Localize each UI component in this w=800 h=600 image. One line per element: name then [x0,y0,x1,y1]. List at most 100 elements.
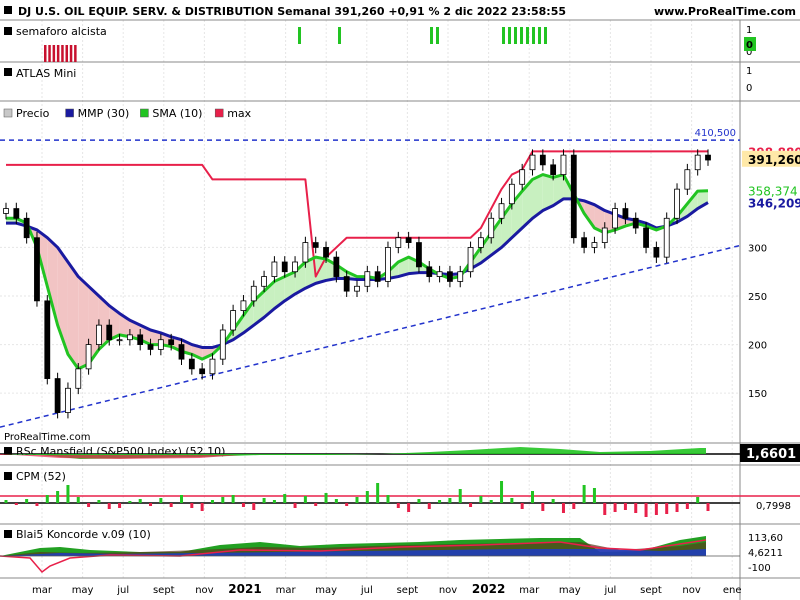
legend-swatch [214,108,224,118]
candle-body [230,310,237,331]
cpm-bar [500,481,504,503]
cpm-bar [272,500,276,503]
cpm-bar [510,498,514,503]
candle-body [405,237,412,243]
candle-body [312,242,319,248]
cpm-bar [303,496,307,503]
koncorde-value-top: 113,60 [748,533,783,544]
candle-body [364,271,371,287]
semaforo-signal [538,27,541,44]
candle-body [519,169,526,185]
cpm-bar [427,503,431,509]
legend-swatch [140,108,149,118]
candle-body [343,276,350,292]
x-tick-label: nov [195,585,213,596]
candle-body [302,242,309,263]
cpm-bar [293,503,297,508]
cpm-bar [561,503,565,513]
candle-body [447,271,453,282]
semaforo-label: semaforo alcista [16,25,107,38]
atlas-tick-top: 1 [746,66,752,77]
cpm-bar [4,500,8,503]
candle-body [44,300,51,379]
legend-swatch [65,108,74,118]
candle-body [126,334,133,341]
candle-body [426,266,433,277]
cpm-bar [231,495,235,503]
atlas-signal [69,45,73,62]
semaforo-signal [526,27,529,44]
cpm-bar [138,499,142,503]
watermark: ProRealTime.com [4,432,90,443]
cpm-bar [685,503,689,509]
cpm-bar [551,499,555,503]
cpm-bar [128,501,132,503]
candle-body [333,256,340,277]
atlas-label: ATLAS Mini [16,67,76,80]
atlas-legend-icon [4,68,12,76]
cpm-bar [613,503,617,512]
atlas-signal [44,45,47,62]
candle-body [467,247,474,273]
rsc-value: 1,6601 [746,447,796,462]
candle-body [385,247,391,282]
candle-body [240,300,247,311]
candle-body [54,378,61,413]
cpm-bar [489,500,493,503]
cpm-bar [221,497,225,503]
semaforo-legend-icon [4,27,12,35]
candle-body [34,237,40,302]
cpm-bar [118,503,122,508]
cpm-bar [149,503,153,506]
x-tick-label: jul [116,585,129,596]
candle-body [23,217,30,239]
cpm-bar [706,503,710,511]
cpm-bar [458,489,462,503]
candle-body [209,358,216,375]
cpm-bar [14,503,18,505]
semaforo-signal [544,27,547,44]
candle-body [570,154,577,239]
cpm-bar [572,503,576,509]
candle-body [694,154,701,171]
legend-label: max [227,107,251,120]
x-tick-label: sept [640,585,662,596]
candle-body [581,237,588,248]
candle-body [560,154,567,175]
cpm-bar [56,491,60,503]
cpm-bar [107,503,111,509]
candle-body [374,271,381,282]
koncorde-legend-icon [4,530,12,538]
candle-body [219,329,226,360]
candle-body [684,169,691,190]
atlas-signal [48,45,51,62]
cpm-bar [531,491,534,503]
candle-body [3,208,9,214]
candle-body [85,344,92,370]
cpm-bar [169,503,173,507]
cpm-bar [314,503,318,506]
cpm-label: CPM (52) [16,470,66,483]
candle-body [281,261,288,273]
y-tick-label: 300 [748,243,767,254]
atlas-signal [65,45,68,62]
cpm-bar [644,503,648,517]
cpm-bar [582,485,586,503]
chart-canvas: DJ U.S. OIL EQUIP. SERV. & DISTRIBUTION … [0,0,800,600]
y-tick-label: 150 [748,389,767,400]
cpm-bar [200,503,204,511]
x-tick-label: ene [723,585,742,596]
candle-body [622,208,629,219]
x-tick-label: 2022 [472,582,505,596]
candle-body [116,339,123,342]
cpm-bar [386,495,390,503]
candle-body [147,344,154,350]
x-tick-label: nov [439,585,457,596]
cpm-bar [324,493,328,503]
candle-body [292,261,298,273]
cpm-bar [438,500,442,503]
candle-body [705,154,711,161]
candle-body [612,208,618,229]
cpm-bar [334,499,338,503]
brand-link[interactable]: www.ProRealTime.com [654,5,796,18]
